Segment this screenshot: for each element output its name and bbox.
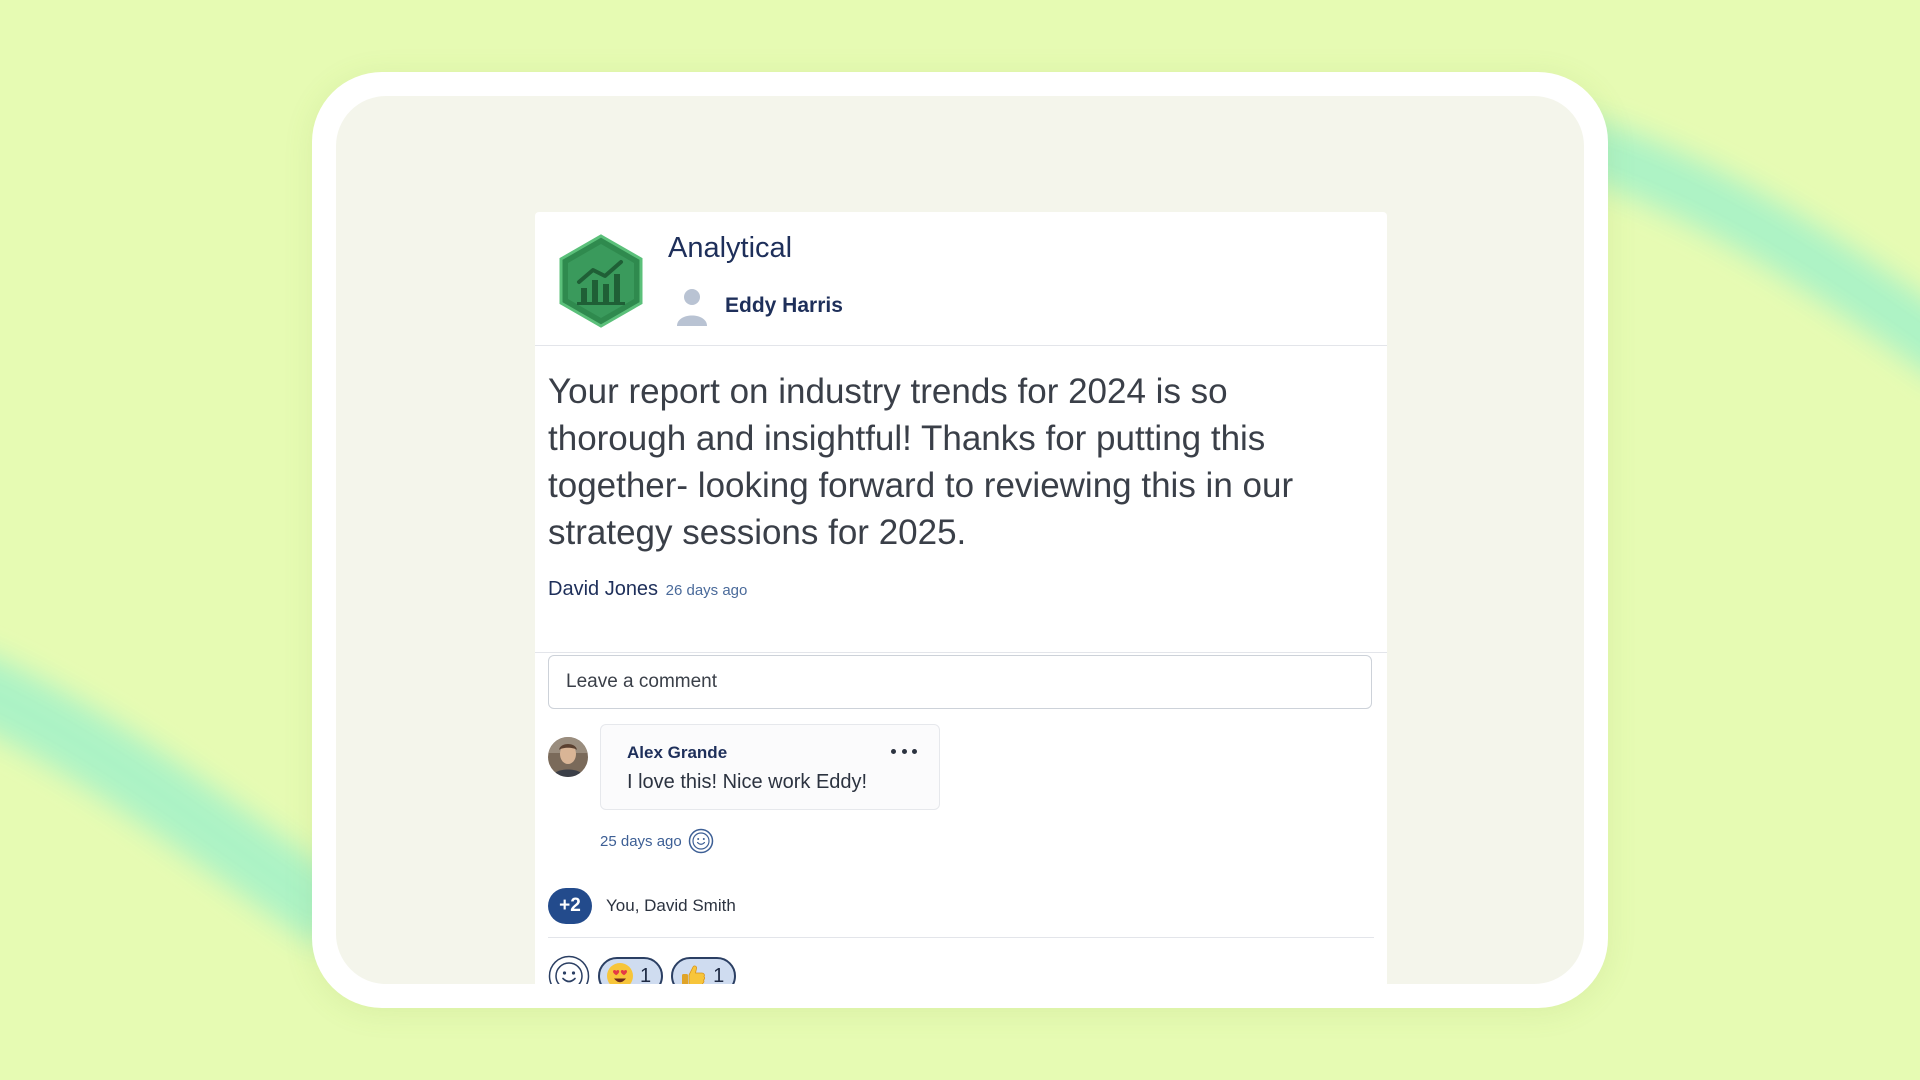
comment-bubble: Alex Grande I love this! Nice work Eddy! [600,724,940,810]
thumbs-up-emoji-icon [682,965,706,984]
person-icon [677,289,707,326]
post-body: Your report on industry trends for 2024 … [535,346,1387,653]
reaction-count: 1 [713,964,725,985]
reaction-count: 1 [640,964,652,985]
reaction-thumbs-up[interactable]: 1 [671,957,737,985]
comment-author[interactable]: Alex Grande [627,743,727,763]
tablet-frame: Analytical Eddy Harris Your report on in… [312,72,1608,1008]
divider [548,937,1374,938]
reactors-row[interactable]: +2 You, David Smith [548,888,736,924]
post-message: Your report on industry trends for 2024 … [548,372,1294,552]
reactors-names: You, David Smith [606,896,736,915]
sender-name[interactable]: David Jones [548,578,658,600]
avatar[interactable] [548,737,588,777]
badge-title: Analytical [668,232,793,264]
add-comment-reaction-icon[interactable] [688,828,714,854]
comment-time: 25 days ago [600,832,682,850]
post-byline: David Jones 26 days ago [548,578,747,601]
comment-input[interactable] [548,655,1372,709]
avatar-photo [548,737,588,777]
recognition-post-card: Analytical Eddy Harris Your report on in… [535,212,1387,984]
recipient-name[interactable]: Eddy Harris [725,294,843,318]
more-options-button[interactable] [891,741,917,761]
dot-icon [901,748,907,754]
recipient-row[interactable]: Eddy Harris [675,286,843,326]
sent-time: 26 days ago [665,582,748,599]
comment-meta: 25 days ago [600,828,714,854]
heart-eyes-emoji-icon [607,963,633,984]
dot-icon [912,748,917,754]
analytical-badge-icon [559,234,643,328]
post-header: Analytical Eddy Harris [535,212,1387,346]
dot-icon [891,748,896,754]
reactions-bar: 1 1 [548,955,737,985]
comment-text: I love this! Nice work Eddy! [627,771,868,793]
reactors-count-badge[interactable]: +2 [548,888,592,924]
tablet-screen: Analytical Eddy Harris Your report on in… [336,96,1584,984]
reaction-heart-eyes[interactable]: 1 [598,957,664,985]
add-reaction-icon[interactable] [548,955,590,984]
